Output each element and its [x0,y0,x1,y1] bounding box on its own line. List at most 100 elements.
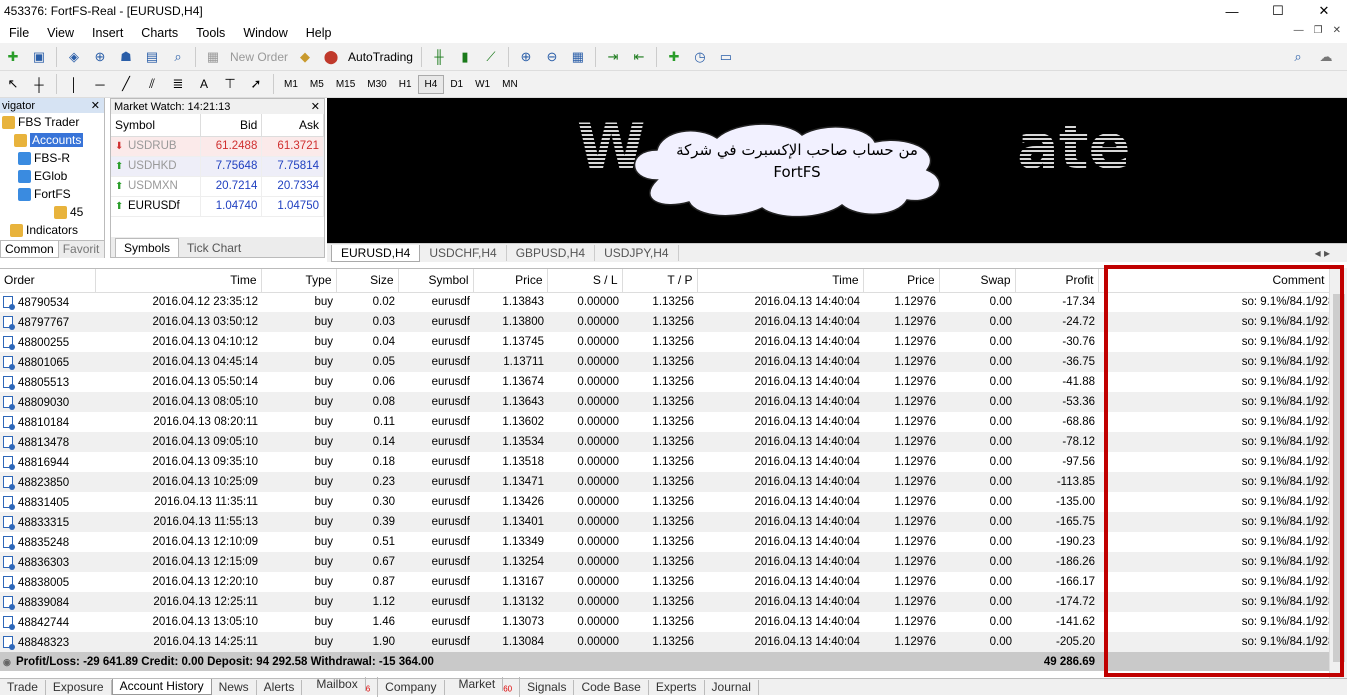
column-bid[interactable]: Bid [200,114,263,137]
timeframe-h4[interactable]: H4 [417,74,445,94]
column-open-time[interactable]: Time [95,269,262,293]
tab-news[interactable]: News [212,679,257,695]
periods-icon[interactable]: ◷ [689,46,711,68]
navigator-icon[interactable]: ☗ [115,46,137,68]
nav-item-fbs-r[interactable]: FBS-R [0,149,104,167]
text-label-icon[interactable]: ⊤ [219,73,241,95]
column-sl[interactable]: S / L [547,269,623,293]
column-type[interactable]: Type [261,269,337,293]
close-button[interactable]: ✕ [1301,0,1347,22]
tab-chart-gbpusd[interactable]: GBPUSD,H4 [507,245,596,261]
quote-row[interactable]: ⬇ USDRUB 61.2488 61.3721 [111,136,324,157]
profiles-icon[interactable]: ▣ [28,46,50,68]
tab-tick-chart[interactable]: Tick Chart [179,239,249,257]
timeframe-m5[interactable]: M5 [304,76,330,93]
timeframe-m15[interactable]: M15 [330,76,361,93]
history-scrollbar[interactable] [1329,268,1347,678]
nav-item-fbs-trader[interactable]: FBS Trader [0,113,104,131]
menu-charts[interactable]: Charts [132,26,187,40]
menu-tools[interactable]: Tools [187,26,234,40]
timeframe-d1[interactable]: D1 [444,76,469,93]
channel-icon[interactable]: ⫽ [141,73,163,95]
nav-item-account-45[interactable]: 45 [0,203,104,221]
text-icon[interactable]: A [193,73,215,95]
column-symbol[interactable]: Symbol [398,269,474,293]
table-row[interactable]: 48836303 2016.04.13 12:15:09 buy 0.67 eurusd… [0,552,1347,572]
metaeditor-icon[interactable]: ◆ [294,46,316,68]
tab-trade[interactable]: Trade [0,679,46,695]
cursor-icon[interactable]: ↖ [2,73,24,95]
nav-item-fortfs[interactable]: FortFS [0,185,104,203]
column-close-price[interactable]: Price [863,269,940,293]
arrows-icon[interactable]: ➚ [245,73,267,95]
table-row[interactable]: 48805513 2016.04.13 05:50:14 buy 0.06 eurusd… [0,372,1347,392]
zoom-out-icon[interactable]: ⊖ [541,46,563,68]
column-comment[interactable]: Comment [1098,269,1347,293]
quote-row[interactable]: ⬆ USDHKD 7.75648 7.75814 [111,156,324,177]
tab-company[interactable]: Company [378,679,445,695]
chat-icon[interactable]: ☁ [1315,46,1337,68]
line-chart-icon[interactable]: ⟋ [480,46,502,68]
column-ask[interactable]: Ask [261,114,324,137]
crosshair-icon[interactable]: ┼ [28,73,50,95]
table-row[interactable]: 48838005 2016.04.13 12:20:10 buy 0.87 eurusd… [0,572,1347,592]
tab-code-base[interactable]: Code Base [574,679,649,695]
timeframe-m30[interactable]: M30 [361,76,392,93]
tab-journal[interactable]: Journal [705,679,759,695]
templates-icon[interactable]: ▭ [715,46,737,68]
table-row[interactable]: 48848323 2016.04.13 14:25:11 buy 1.90 eurusd… [0,632,1347,652]
column-symbol[interactable]: Symbol [111,114,201,137]
tab-account-history[interactable]: Account History [111,679,212,695]
fibonacci-icon[interactable]: ≣ [167,73,189,95]
table-row[interactable]: 48842744 2016.04.13 13:05:10 buy 1.46 eurusd… [0,612,1347,632]
timeframe-mn[interactable]: MN [496,76,524,93]
new-order-icon[interactable]: ▦ [202,46,224,68]
timeframe-w1[interactable]: W1 [469,76,496,93]
table-row[interactable]: 48800255 2016.04.13 04:10:12 buy 0.04 eurusd… [0,332,1347,352]
table-row[interactable]: 48797767 2016.04.13 03:50:12 buy 0.03 eurusd… [0,312,1347,332]
timeframe-h1[interactable]: H1 [393,76,418,93]
tab-chart-eurusd[interactable]: EURUSD,H4 [331,244,421,262]
column-close-time[interactable]: Time [697,269,864,293]
navigator-close-icon[interactable]: ✕ [91,99,100,112]
chart-shift-icon[interactable]: ⇤ [628,46,650,68]
autotrading-icon[interactable]: ⬤ [320,46,342,68]
table-row[interactable]: 48790534 2016.04.12 23:35:12 buy 0.02 eurusd… [0,292,1347,312]
table-row[interactable]: 48823850 2016.04.13 10:25:09 buy 0.23 eurusd… [0,472,1347,492]
nav-item-accounts[interactable]: Accounts [0,131,104,149]
strategy-tester-icon[interactable]: ⌕ [167,46,189,68]
table-row[interactable]: 48816944 2016.04.13 09:35:10 buy 0.18 eurusd… [0,452,1347,472]
tile-windows-icon[interactable]: ▦ [567,46,589,68]
nav-item-indicators[interactable]: Indicators [0,221,104,239]
minimize-button[interactable]: — [1209,0,1255,22]
chart-tabs-scroll-icon[interactable]: ◂ ▸ [1306,245,1339,261]
tab-chart-usdjpy[interactable]: USDJPY,H4 [595,245,679,261]
table-row[interactable]: 48809030 2016.04.13 08:05:10 buy 0.08 eurusd… [0,392,1347,412]
trendline-icon[interactable]: ╱ [115,73,137,95]
auto-scroll-icon[interactable]: ⇥ [602,46,624,68]
vertical-line-icon[interactable]: │ [63,73,85,95]
menu-window[interactable]: Window [234,26,296,40]
column-swap[interactable]: Swap [939,269,1016,293]
autotrading-button[interactable]: AutoTrading [344,50,417,64]
candlestick-icon[interactable]: ▮ [454,46,476,68]
tab-symbols[interactable]: Symbols [115,238,180,257]
data-window-icon[interactable]: ⊕ [89,46,111,68]
bar-chart-icon[interactable]: ╫ [428,46,450,68]
table-row[interactable]: 48801065 2016.04.13 04:45:14 buy 0.05 eurusd… [0,352,1347,372]
new-order-button[interactable]: New Order [226,50,292,64]
search-icon[interactable]: ⌕ [1287,46,1309,68]
table-row[interactable]: 48813478 2016.04.13 09:05:10 buy 0.14 eurusd… [0,432,1347,452]
market-watch-icon[interactable]: ◈ [63,46,85,68]
scrollbar-thumb[interactable] [1333,294,1345,662]
tab-chart-usdchf[interactable]: USDCHF,H4 [420,245,507,261]
mdi-restore-icon[interactable]: ❐ [1314,25,1323,36]
mdi-minimize-icon[interactable]: — [1294,25,1304,36]
table-row[interactable]: 48835248 2016.04.13 12:10:09 buy 0.51 eurusd… [0,532,1347,552]
table-row[interactable]: 48839084 2016.04.13 12:25:11 buy 1.12 eurusd… [0,592,1347,612]
menu-help[interactable]: Help [297,26,341,40]
quote-row[interactable]: ⬆ USDMXN 20.7214 20.7334 [111,176,324,197]
tab-experts[interactable]: Experts [649,679,705,695]
tab-favorites[interactable]: Favorit [59,241,104,258]
tab-market[interactable]: Market 60 [445,677,521,697]
